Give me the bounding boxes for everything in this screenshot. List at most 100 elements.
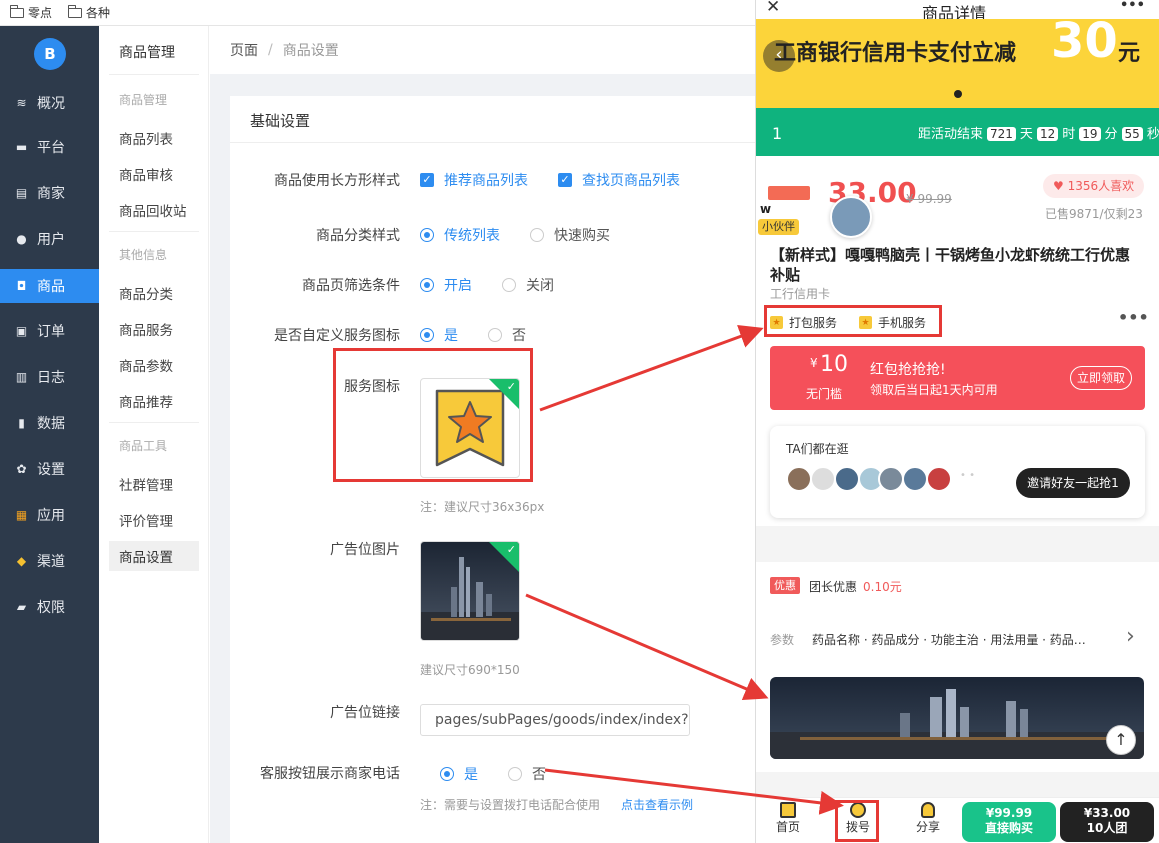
sidebar-item-settings[interactable]: ✿ 设置 bbox=[0, 452, 99, 486]
radio-label: 是 bbox=[444, 328, 458, 344]
radio-filter-off[interactable]: 关闭 bbox=[502, 275, 554, 295]
more-dots-icon[interactable]: ••• bbox=[1118, 308, 1149, 327]
chevron-right-icon[interactable]: › bbox=[1126, 624, 1135, 649]
divider bbox=[109, 231, 199, 232]
radio-filter-on[interactable]: 开启 bbox=[420, 275, 472, 295]
buy-direct-button[interactable]: ¥99.99 直接购买 bbox=[962, 802, 1056, 842]
avatar bbox=[834, 466, 860, 492]
sidebar-item-label: 日志 bbox=[37, 370, 65, 386]
folder-icon bbox=[9, 4, 24, 18]
radio-traditional-list[interactable]: 传统列表 bbox=[420, 225, 500, 245]
bookmark-0[interactable]: 零点 bbox=[9, 4, 52, 21]
sidebar-item-overview[interactable]: ≋ 概况 bbox=[0, 86, 99, 120]
sidebar-item-permission[interactable]: ▰ 权限 bbox=[0, 590, 99, 624]
coupon-currency: ¥ bbox=[810, 356, 818, 370]
group-buy-button[interactable]: ¥33.00 10人团 bbox=[1060, 802, 1154, 842]
subnav-item-comments[interactable]: 评价管理 bbox=[109, 505, 199, 535]
avatar bbox=[786, 466, 812, 492]
checkbox-recommend-list[interactable]: ✓ 推荐商品列表 bbox=[420, 170, 528, 190]
params-text: 药品名称 · 药品成分 · 功能主治 · 用法用量 · 药品… bbox=[812, 633, 1086, 647]
sidebar-item-label: 用户 bbox=[37, 232, 65, 248]
buddy-tag: 小伙伴 bbox=[758, 219, 799, 235]
filter-label: 商品页筛选条件 bbox=[302, 278, 400, 294]
radio-icon bbox=[420, 228, 434, 242]
sold-count: 已售9871/仅剩23 bbox=[1045, 207, 1143, 221]
breadcrumb-separator: / bbox=[268, 42, 273, 58]
ad-banner[interactable]: ↑ bbox=[770, 677, 1144, 759]
countdown-secs: 55 bbox=[1121, 127, 1143, 141]
sidebar-item-label: 平台 bbox=[37, 140, 65, 156]
tab-share[interactable]: 分享 bbox=[908, 802, 948, 835]
radio-icon bbox=[420, 328, 434, 342]
sidebar-item-data[interactable]: ▮ 数据 bbox=[0, 406, 99, 440]
tab-home[interactable]: 首页 bbox=[768, 802, 808, 835]
radio-icon bbox=[508, 767, 522, 781]
countdown-label: 距活动结束 bbox=[918, 127, 984, 142]
bookmark-1[interactable]: 各种 bbox=[67, 4, 110, 21]
banner-unit: 元 bbox=[1118, 41, 1141, 66]
invite-button[interactable]: 邀请好友一起抢1 bbox=[1016, 468, 1130, 498]
bottom-bar: 首页 拨号 分享 ¥99.99 直接购买 ¥33.00 10人团 bbox=[756, 797, 1159, 843]
breadcrumb-current: 商品设置 bbox=[282, 43, 339, 59]
countdown-sec-unit: 秒 bbox=[1146, 127, 1159, 142]
annotation-box-dial-tab bbox=[835, 800, 879, 842]
more-icon[interactable]: ••• bbox=[1120, 0, 1145, 13]
sidebar-item-merchant[interactable]: ▤ 商家 bbox=[0, 176, 99, 210]
view-example-link[interactable]: 点击查看示例 bbox=[621, 796, 693, 813]
friends-browsing: TA们都在逛 • • 邀请好友一起抢1 bbox=[770, 426, 1145, 518]
subnav-item-category[interactable]: 商品分类 bbox=[109, 278, 199, 308]
custom-icon-label: 是否自定义服务图标 bbox=[274, 328, 400, 344]
bookmarks-bar: 零点 各种 bbox=[0, 0, 755, 26]
radio-label: 否 bbox=[532, 767, 546, 783]
monitor-icon: ▬ bbox=[15, 140, 28, 154]
breadcrumb-home[interactable]: 页面 bbox=[230, 40, 258, 60]
buddy-avatar[interactable] bbox=[830, 196, 872, 238]
countdown-hours: 12 bbox=[1036, 127, 1059, 141]
radio-quick-buy[interactable]: 快速购买 bbox=[530, 225, 610, 245]
sidebar-item-label: 数据 bbox=[37, 416, 65, 432]
subnav-item-service[interactable]: 商品服务 bbox=[109, 314, 199, 344]
check-icon: ✓ bbox=[506, 543, 516, 556]
subnav-item-goods-review[interactable]: 商品审核 bbox=[109, 159, 199, 189]
sidebar-item-label: 设置 bbox=[37, 462, 65, 478]
sidebar-item-user[interactable]: ● 用户 bbox=[0, 222, 99, 256]
checkbox-label: 查找页商品列表 bbox=[582, 173, 680, 189]
sidebar-item-order[interactable]: ▣ 订单 bbox=[0, 314, 99, 348]
sidebar-item-log[interactable]: ▥ 日志 bbox=[0, 360, 99, 394]
countdown-timer: 距活动结束 721 天 12 时 19 分 55 秒 bbox=[918, 123, 1159, 142]
avatar bbox=[878, 466, 904, 492]
sidebar-item-platform[interactable]: ▬ 平台 bbox=[0, 130, 99, 164]
claim-coupon-button[interactable]: 立即领取 bbox=[1070, 366, 1133, 390]
promo-tag: 优惠 bbox=[770, 577, 800, 594]
ad-link-input[interactable]: pages/subPages/goods/index/index?g bbox=[420, 704, 690, 736]
carousel-dot[interactable] bbox=[954, 90, 962, 98]
radio-custom-no[interactable]: 否 bbox=[488, 325, 526, 345]
sidebar-item-goods[interactable]: ◘ 商品 bbox=[0, 269, 99, 303]
likes-badge[interactable]: ♥ 1356人喜欢 bbox=[1043, 174, 1145, 198]
radio-icon bbox=[530, 228, 544, 242]
sidebar-item-label: 应用 bbox=[37, 508, 65, 524]
radio-phone-yes[interactable]: 是 bbox=[440, 764, 478, 784]
checkbox-search-list[interactable]: ✓ 查找页商品列表 bbox=[558, 170, 680, 190]
subnav-item-goods-settings[interactable]: 商品设置 bbox=[109, 541, 199, 571]
subnav-group-label: 其他信息 bbox=[119, 248, 168, 262]
subnav-item-goods-list[interactable]: 商品列表 bbox=[109, 123, 199, 153]
subnav-item-params[interactable]: 商品参数 bbox=[109, 350, 199, 380]
radio-phone-no[interactable]: 否 bbox=[508, 764, 546, 784]
sidebar-item-apps[interactable]: ▦ 应用 bbox=[0, 498, 99, 532]
phone-btn-label: 客服按钮展示商家电话 bbox=[260, 766, 400, 782]
subnav-item-recommend[interactable]: 商品推荐 bbox=[109, 386, 199, 416]
subnav-item-community[interactable]: 社群管理 bbox=[109, 469, 199, 499]
heart-icon: ♥ bbox=[1053, 179, 1068, 193]
buy-direct-price: ¥99.99 bbox=[985, 806, 1033, 820]
subnav-item-recycle[interactable]: 商品回收站 bbox=[109, 195, 199, 225]
sidebar-item-channel[interactable]: ◆ 渠道 bbox=[0, 544, 99, 578]
promo-banner[interactable]: ‹ 工商银行信用卡支付立减 30 元 bbox=[756, 13, 1159, 108]
radio-custom-yes[interactable]: 是 bbox=[420, 325, 458, 345]
back-to-top-icon[interactable]: ↑ bbox=[1106, 725, 1136, 755]
app-logo[interactable]: B bbox=[34, 38, 66, 70]
ad-image-upload[interactable]: ✓ bbox=[420, 541, 520, 641]
close-icon[interactable]: ✕ bbox=[766, 0, 780, 17]
avatar bbox=[902, 466, 928, 492]
countdown-days: 721 bbox=[987, 127, 1016, 141]
